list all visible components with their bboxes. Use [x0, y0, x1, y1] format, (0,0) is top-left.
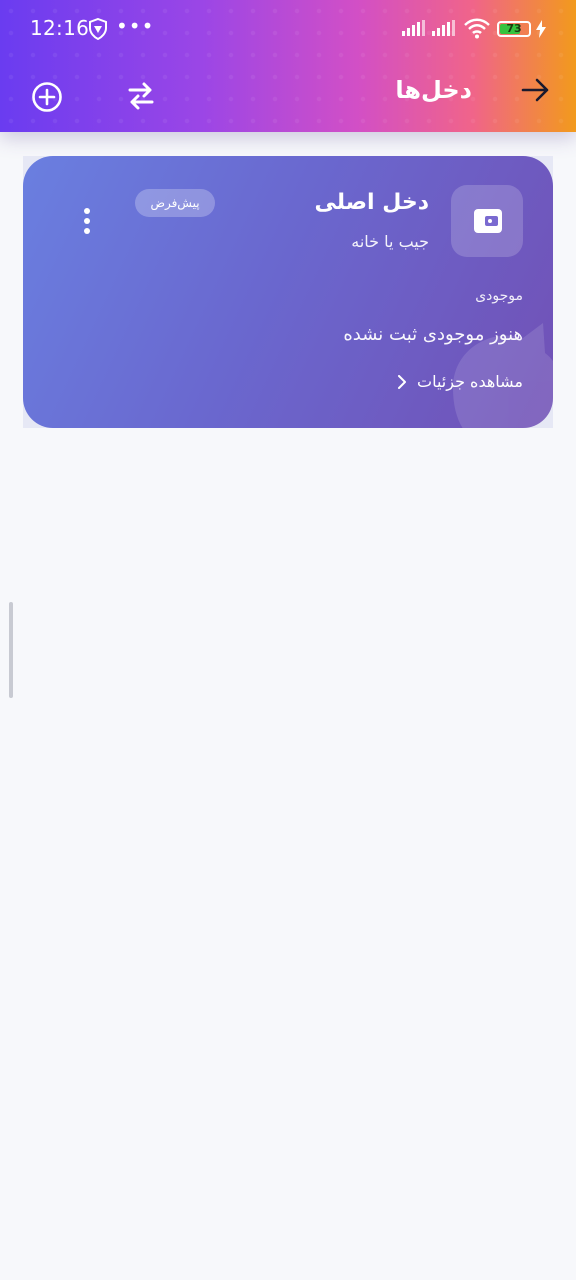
- income-card[interactable]: دخل اصلی جیب یا خانه پیش‌فرض موجودی هنوز…: [23, 156, 553, 428]
- chevron-right-icon: [398, 374, 407, 389]
- status-bar: 12:16 ••• 73: [0, 0, 576, 60]
- more-notifications-icon: •••: [116, 14, 155, 38]
- income-name: دخل اصلی: [314, 190, 429, 215]
- wifi-icon: [464, 18, 490, 39]
- app-bar: دخل‌ها: [0, 60, 576, 132]
- default-badge: پیش‌فرض: [135, 189, 215, 217]
- cell-signal-icon: [402, 20, 425, 36]
- charging-bolt-icon: [536, 20, 546, 38]
- balance-label: موجودی: [475, 288, 523, 304]
- app-header: 12:16 ••• 73: [0, 0, 576, 132]
- swap-arrows-icon[interactable]: [124, 80, 158, 112]
- status-time: 12:16: [30, 16, 90, 40]
- battery-icon: 73: [497, 21, 531, 37]
- cell-signal-icon: [432, 20, 455, 36]
- wallet-icon-box: [451, 185, 523, 257]
- wallet-icon: [474, 209, 502, 233]
- plus-circle-icon[interactable]: [31, 81, 63, 113]
- scrollbar[interactable]: [9, 602, 13, 698]
- page-title: دخل‌ها: [395, 76, 472, 104]
- income-card-container: دخل اصلی جیب یا خانه پیش‌فرض موجودی هنوز…: [23, 156, 553, 428]
- view-details-link[interactable]: مشاهده جزئیات: [397, 372, 523, 391]
- arrow-right-icon[interactable]: [520, 74, 552, 106]
- view-details-label: مشاهده جزئیات: [417, 372, 523, 391]
- vpn-shield-icon: [89, 18, 107, 40]
- balance-value: هنوز موجودی ثبت نشده: [343, 324, 523, 345]
- income-subtitle: جیب یا خانه: [351, 232, 429, 251]
- battery-percent: 73: [506, 22, 522, 35]
- more-vertical-icon[interactable]: [79, 206, 95, 236]
